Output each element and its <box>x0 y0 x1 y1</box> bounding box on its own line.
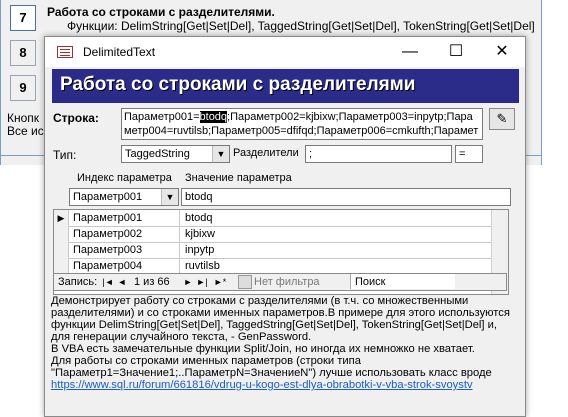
pencil-icon: ✎ <box>496 111 508 126</box>
description-line: функции DelimString[Get|Set|Del], Tagged… <box>51 319 497 331</box>
filter-icon <box>238 275 252 289</box>
table-row[interactable]: ▶ Параметр001 btodq <box>54 210 492 227</box>
header-banner: Работа со строками с разделителями <box>52 69 519 103</box>
banner-title: Работа со строками с разделителями <box>60 74 416 95</box>
index-header: Индекс параметра <box>77 172 172 184</box>
type-label: Тип: <box>53 148 77 162</box>
record-label: Запись: <box>58 276 98 288</box>
close-button[interactable]: ✕ <box>479 37 525 67</box>
record-selector[interactable] <box>54 242 69 258</box>
maximize-button[interactable]: ☐ <box>433 37 479 67</box>
value-cell[interactable]: btodq <box>182 210 492 226</box>
record-selector[interactable] <box>54 258 69 274</box>
record-position[interactable]: 1 из 66 <box>134 274 170 290</box>
string-label: Строка: <box>53 111 99 125</box>
description: Демонстрирует работу со строками с разде… <box>51 295 517 391</box>
index-combo[interactable]: Параметр001 ▼ <box>69 188 179 206</box>
bg-note-2: Все ис <box>7 124 44 138</box>
window-title: DelimitedText <box>83 45 156 59</box>
chevron-down-icon[interactable]: ▼ <box>212 146 229 162</box>
string-input[interactable]: Параметр001=btodq;Параметр002=kjbixw;Пар… <box>121 108 483 140</box>
description-line: разделителями) и со строками именных пар… <box>51 307 510 319</box>
current-record-icon[interactable]: ▶ <box>54 210 69 226</box>
description-line: для генерации случайного текста, - GenPa… <box>51 331 312 343</box>
description-line: "Параметр1=Значение1;..ПараметрN=Значени… <box>51 367 492 379</box>
table-row[interactable]: Параметр002 kjbixw <box>54 226 492 243</box>
filter-status[interactable]: Нет фильтра <box>254 274 320 290</box>
search-input[interactable]: Поиск <box>350 274 455 289</box>
prev-record-button[interactable]: ◄ <box>116 274 128 290</box>
separators-label: Разделители <box>233 147 299 159</box>
type-combo[interactable]: TaggedString ▼ <box>121 145 230 163</box>
bg-row-title: Работа со строками с разделителями. <box>47 5 275 19</box>
bg-row-functions: Функции: DelimString[Get|Set|Del], Tagge… <box>67 19 535 33</box>
last-record-button[interactable]: ►| <box>196 274 208 290</box>
index-cell[interactable]: Параметр004 <box>70 258 180 274</box>
next-record-button[interactable]: ► <box>182 274 194 290</box>
record-selector[interactable] <box>54 226 69 242</box>
index-cell[interactable]: Параметр002 <box>70 226 180 242</box>
description-line: Для работы со строками именных параметро… <box>51 355 361 367</box>
bg-note-1: Кнопк <box>7 111 40 125</box>
edit-string-button[interactable]: ✎ <box>489 108 515 130</box>
minimize-button[interactable]: — <box>387 37 433 67</box>
delimited-text-window: DelimitedText — ☐ ✕ Работа со строками с… <box>44 36 526 417</box>
row-number-9[interactable]: 9 <box>10 75 36 101</box>
chevron-down-icon[interactable]: ▼ <box>161 189 178 205</box>
row-number-8[interactable]: 8 <box>10 40 36 66</box>
value-cell[interactable]: inpytp <box>182 242 492 258</box>
separator-field[interactable]: ; <box>305 145 452 163</box>
index-cell[interactable]: Параметр001 <box>70 210 180 226</box>
string-text-selected: btodq <box>199 111 228 123</box>
bg-row-7: 7 Работа со строками с разделителями. Фу… <box>7 2 541 33</box>
table-row[interactable]: Параметр003 inpytp <box>54 242 492 259</box>
forum-link[interactable]: https://www.sql.ru/forum/661816/vdrug-u-… <box>51 379 517 391</box>
first-record-button[interactable]: |◄ <box>102 274 114 290</box>
record-navigation: Запись: |◄ ◄ 1 из 66 ► ►| ►* Нет фильтра… <box>53 273 507 291</box>
value-cell[interactable]: ruvtilsb <box>182 258 492 274</box>
string-text-before: Параметр001= <box>124 111 200 123</box>
new-record-button[interactable]: ►* <box>212 274 228 290</box>
title-bar[interactable]: DelimitedText — ☐ ✕ <box>45 37 525 67</box>
row-number-7[interactable]: 7 <box>10 5 36 31</box>
description-line: В VBA есть замечательные функции Split/J… <box>51 343 475 355</box>
assignment-field[interactable]: = <box>455 145 483 163</box>
description-line: Демонстрирует работу со строками с разде… <box>51 295 469 307</box>
value-field[interactable]: btodq <box>181 188 511 206</box>
value-cell[interactable]: kjbixw <box>182 226 492 242</box>
index-combo-value: Параметр001 <box>73 191 143 203</box>
value-header: Значение параметра <box>185 172 292 184</box>
form-icon <box>57 46 73 58</box>
type-combo-value: TaggedString <box>125 148 190 160</box>
index-cell[interactable]: Параметр003 <box>70 242 180 258</box>
